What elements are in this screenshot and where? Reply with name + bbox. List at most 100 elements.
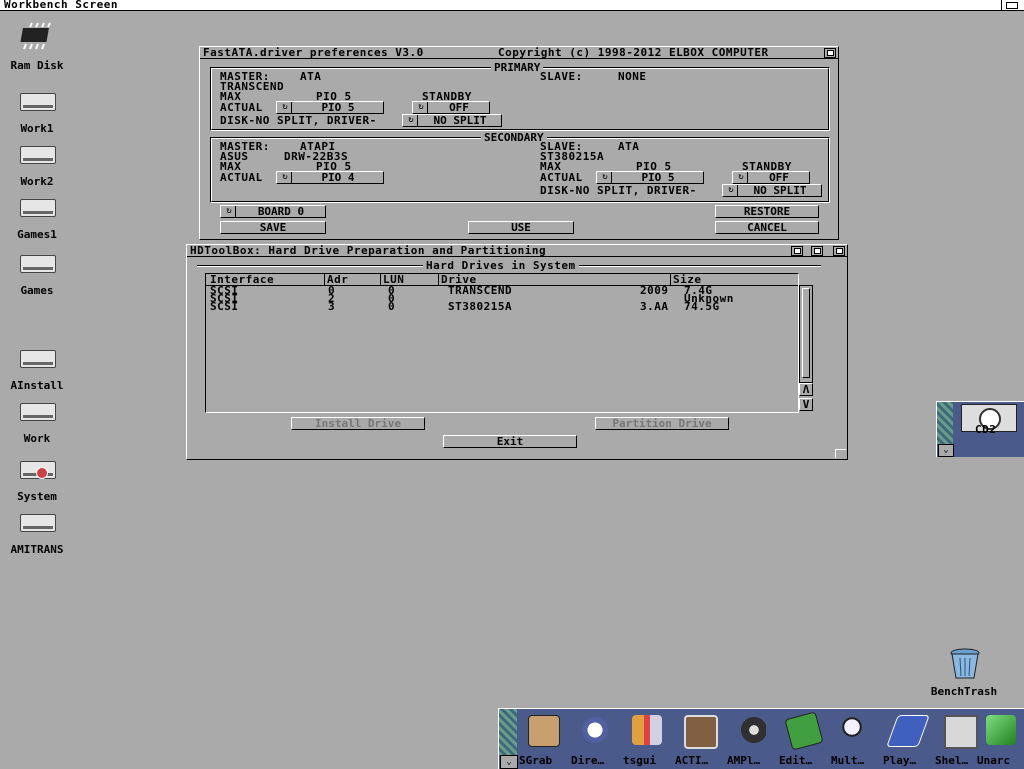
depth-gadget-icon[interactable] <box>833 246 845 256</box>
cell-revision: 3.AA <box>640 300 669 313</box>
dock-item-shell[interactable]: Shel… <box>935 709 983 769</box>
hdtoolbox-window: HDToolBox: Hard Drive Preparation and Pa… <box>186 244 848 460</box>
cd2-label: CD2 <box>975 423 997 436</box>
cell-size: 74.5G <box>684 300 720 313</box>
desktop-icon-label: AMITRANS <box>10 543 64 556</box>
dock-item-ampl[interactable]: AMPl… <box>727 709 775 769</box>
dock-item-label: Play… <box>883 754 917 767</box>
desktop-icon-work[interactable]: Work <box>2 395 72 445</box>
dock-item-tsgui[interactable]: tsgui <box>623 709 671 769</box>
dock-drag-bar[interactable] <box>499 709 517 755</box>
dock-item-directory[interactable]: Dire… <box>571 709 619 769</box>
cell-adr: 3 <box>328 300 336 313</box>
harddisk-icon <box>20 199 56 217</box>
dock-item-acti[interactable]: ACTI… <box>675 709 723 769</box>
harddisk-icon <box>20 403 56 421</box>
resize-gadget-icon[interactable] <box>835 449 846 458</box>
exit-button[interactable]: Exit <box>443 435 577 448</box>
use-button[interactable]: USE <box>468 221 574 234</box>
desktop-icon-games1[interactable]: Games1 <box>2 191 72 241</box>
board-cycle[interactable]: ↻ BOARD 0 <box>220 205 326 218</box>
primary-slave-label: SLAVE: <box>540 70 583 83</box>
dock-item-label: Edit… <box>779 754 813 767</box>
dock-item-play[interactable]: Play… <box>883 709 931 769</box>
dock-item-label: Mult… <box>831 754 865 767</box>
cell-drive: ST380215A <box>448 300 513 313</box>
window-title: FastATA.driver preferences V3.0 <box>203 46 424 59</box>
action-icon <box>684 715 718 749</box>
desktop-icon-benchtrash[interactable]: BenchTrash <box>928 646 1000 698</box>
primary-group-title: PRIMARY <box>491 62 544 73</box>
screengrab-icon <box>528 715 560 747</box>
secondary-standby-cycle[interactable]: ↻ OFF <box>732 171 810 184</box>
desktop-icon-system[interactable]: System <box>2 453 72 503</box>
dock-item-unarc[interactable]: Unarc <box>977 709 1024 769</box>
panel-drag-bar[interactable] <box>937 402 953 444</box>
depth-gadget-icon[interactable] <box>824 48 836 58</box>
dock-item-edit[interactable]: Edit… <box>779 709 827 769</box>
drive-list[interactable]: Interface Adr LUN Drive Size SCSI 0 0 TR… <box>205 273 799 413</box>
magnifier-icon <box>840 715 870 745</box>
desktop-icon-amitrans[interactable]: AMITRANS <box>2 506 72 556</box>
trash-icon <box>950 648 980 679</box>
chevron-down-icon[interactable]: ⌄ <box>500 755 518 769</box>
secondary-split-cycle[interactable]: ↻ NO SPLIT <box>722 184 822 197</box>
primary-actual-cycle[interactable]: ↻ PIO 5 <box>276 101 384 114</box>
hdtoolbox-title-bar[interactable]: HDToolBox: Hard Drive Preparation and Pa… <box>187 245 847 257</box>
desktop-icon-ram-disk[interactable]: Ram Disk <box>2 22 72 72</box>
cycle-icon: ↻ <box>599 172 612 183</box>
desktop-icon-work2[interactable]: Work2 <box>2 138 72 188</box>
primary-disk-label: DISK-NO SPLIT, DRIVER- <box>220 114 377 127</box>
desktop-icon-label: Work2 <box>20 175 54 188</box>
disk-icon <box>886 715 930 747</box>
cycle-icon: ↻ <box>223 206 236 217</box>
desktop-icon-games[interactable]: Games <box>2 247 72 297</box>
cell-interface: SCSI <box>210 300 239 313</box>
fastata-title-bar[interactable]: FastATA.driver preferences V3.0 Copyrigh… <box>200 47 838 59</box>
secondary-group-title: SECONDARY <box>481 132 547 143</box>
secondary-master-actual-cycle[interactable]: ↻ PIO 4 <box>276 171 384 184</box>
secondary-slave-value: ATA <box>618 140 640 153</box>
desktop-icon-work1[interactable]: Work1 <box>2 85 72 135</box>
iconify-gadget-icon[interactable] <box>791 246 803 256</box>
dock-item-label: Unarc <box>977 754 1011 767</box>
primary-standby-cycle[interactable]: ↻ OFF <box>412 101 490 114</box>
secondary-slave-actual-cycle[interactable]: ↻ PIO 5 <box>596 171 704 184</box>
restore-button[interactable]: RESTORE <box>715 205 819 218</box>
cycle-icon: ↻ <box>279 102 292 113</box>
screen-depth-gadget[interactable] <box>1001 0 1024 10</box>
notepad-icon <box>784 711 824 751</box>
cell-revision: 2009 <box>640 284 669 297</box>
secondary-actual-label: ACTUAL <box>220 171 263 184</box>
scrollbar-knob[interactable] <box>802 288 810 378</box>
install-drive-button[interactable]: Install Drive <box>291 417 425 430</box>
harddisk-icon <box>20 255 56 273</box>
cancel-button[interactable]: CANCEL <box>715 221 819 234</box>
zoom-gadget-icon[interactable] <box>811 246 823 256</box>
cycle-icon: ↻ <box>405 115 418 126</box>
chevron-down-icon[interactable]: ⌄ <box>938 444 954 457</box>
scroll-down-icon[interactable]: V <box>799 398 813 411</box>
dock-item-sgrab[interactable]: SGrab <box>519 709 567 769</box>
cycle-icon: ↻ <box>725 185 738 196</box>
shell-icon <box>944 715 978 749</box>
directory-opus-icon <box>580 715 610 745</box>
primary-split-cycle[interactable]: ↻ NO SPLIT <box>402 114 502 127</box>
dock-item-label: SGrab <box>519 754 553 767</box>
partition-drive-button[interactable]: Partition Drive <box>595 417 729 430</box>
save-button[interactable]: SAVE <box>220 221 326 234</box>
cell-lun: 0 <box>388 300 396 313</box>
dock-item-label: ACTI… <box>675 754 709 767</box>
dock-item-mult[interactable]: Mult… <box>831 709 879 769</box>
desktop-icon-label: Ram Disk <box>10 59 64 72</box>
cycle-icon: ↻ <box>279 172 292 183</box>
screen-title: Workbench Screen <box>4 0 118 11</box>
desktop-icon-ainstall[interactable]: AInstall <box>2 342 72 392</box>
app-dock: ⌄ SGrab Dire… tsgui ACTI… AMPl… Edit… Mu… <box>498 708 1024 769</box>
screen-title-bar[interactable]: Workbench Screen <box>0 0 1024 11</box>
scroll-up-icon[interactable]: Λ <box>799 383 813 396</box>
fastata-prefs-window: FastATA.driver preferences V3.0 Copyrigh… <box>199 46 839 240</box>
table-row[interactable]: SCSI 3 0 ST380215A 3.AA 74.5G <box>206 300 798 313</box>
list-scrollbar[interactable] <box>799 285 813 383</box>
desktop-icon-label: Work1 <box>20 122 54 135</box>
